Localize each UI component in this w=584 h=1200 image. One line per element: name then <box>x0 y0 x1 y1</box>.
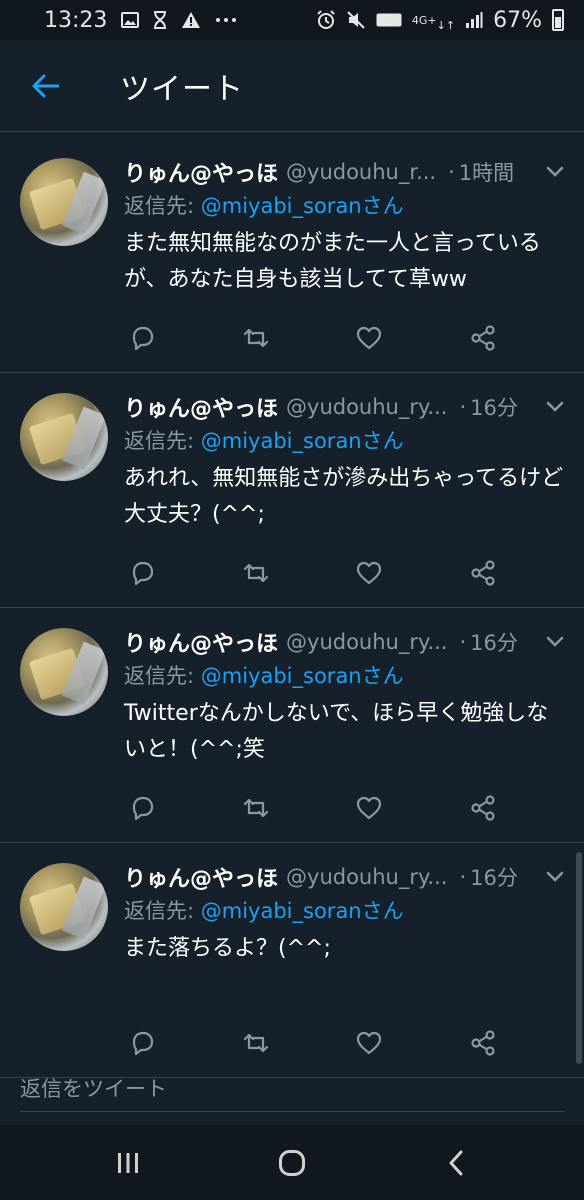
user-handle[interactable]: @yudouhu_r... <box>286 160 436 184</box>
display-name[interactable]: りゅん@やっほ <box>124 626 278 658</box>
mute-icon <box>346 10 366 30</box>
tweet-actions <box>124 323 504 353</box>
share-icon[interactable] <box>468 323 498 353</box>
home-button[interactable] <box>272 1145 312 1181</box>
display-name[interactable]: りゅん@やっほ <box>124 156 278 188</box>
signal-icon <box>465 11 483 29</box>
app-bar: ツイート <box>0 40 584 132</box>
tweet-time: 16分 <box>470 396 518 420</box>
warning-icon <box>181 11 201 29</box>
tweet-list: りゅん@やっほ @yudouhu_r... · 1時間 返信先: @miyabi… <box>0 138 584 1078</box>
display-name[interactable]: りゅん@やっほ <box>124 861 278 893</box>
separator-dot: · <box>459 630 467 654</box>
reply-suffix: さん <box>361 194 404 218</box>
tweet-text: あれれ、無知無能さが滲み出ちゃってるけど大丈夫？(^^; <box>124 466 564 527</box>
tweet-item[interactable]: りゅん@やっほ @yudouhu_ry... · 16分 返信先: @miyab… <box>0 843 584 1078</box>
system-back-button[interactable] <box>436 1145 476 1181</box>
chevron-down-icon[interactable] <box>544 396 566 418</box>
status-time: 13:23 <box>44 7 108 33</box>
reply-to: 返信先: @miyabi_soranさん <box>124 660 404 690</box>
home-icon <box>279 1150 305 1176</box>
back-button[interactable] <box>22 63 68 109</box>
chevron-down-icon[interactable] <box>544 866 566 888</box>
user-handle[interactable]: @yudouhu_ry... <box>286 395 447 419</box>
hourglass-icon <box>153 11 167 29</box>
reply-suffix: さん <box>361 899 404 923</box>
chevron-left-icon <box>449 1150 463 1176</box>
reply-suffix: さん <box>361 664 404 688</box>
tweet-header: りゅん@やっほ @yudouhu_ry... · 16分 <box>124 626 572 658</box>
separator-dot: · <box>459 395 467 419</box>
separator-dot: · <box>459 865 467 889</box>
share-icon[interactable] <box>468 558 498 588</box>
retweet-icon[interactable] <box>241 558 271 588</box>
reply-to-handle[interactable]: @miyabi_soran <box>201 899 362 923</box>
back-arrow-icon <box>32 74 59 97</box>
chevron-down-icon[interactable] <box>544 631 566 653</box>
user-handle[interactable]: @yudouhu_ry... <box>286 865 447 889</box>
reply-suffix: さん <box>361 429 404 453</box>
heart-icon[interactable] <box>354 558 384 588</box>
recent-apps-button[interactable] <box>108 1145 148 1181</box>
reply-to: 返信先: @miyabi_soranさん <box>124 190 404 220</box>
tweet-actions <box>124 793 504 823</box>
avatar[interactable] <box>20 863 108 951</box>
volte-icon <box>376 13 402 27</box>
user-handle[interactable]: @yudouhu_ry... <box>286 630 447 654</box>
reply-to: 返信先: @miyabi_soranさん <box>124 895 404 925</box>
chevron-down-icon[interactable] <box>544 161 566 183</box>
scrollbar[interactable] <box>576 852 582 1064</box>
tweet-header: りゅん@やっほ @yudouhu_ry... · 16分 <box>124 861 572 893</box>
tweet-text: Twitterなんかしないで、ほら早く勉強しないと！(^^;笑 <box>124 701 549 762</box>
tweet-time: 1時間 <box>458 161 515 185</box>
reply-icon[interactable] <box>128 558 158 588</box>
reply-input[interactable] <box>20 1066 565 1112</box>
battery-percent: 67% <box>493 7 542 33</box>
reply-prefix: 返信先: <box>124 429 201 453</box>
tweet-time: 16分 <box>470 866 518 890</box>
image-icon <box>121 12 140 28</box>
page-title: ツイート <box>120 71 244 107</box>
retweet-icon[interactable] <box>241 793 271 823</box>
tweet-actions <box>124 558 504 588</box>
share-icon[interactable] <box>468 793 498 823</box>
retweet-icon[interactable] <box>241 323 271 353</box>
reply-prefix: 返信先: <box>124 899 201 923</box>
heart-icon[interactable] <box>354 323 384 353</box>
system-nav-bar <box>0 1125 584 1200</box>
alarm-icon <box>316 10 336 30</box>
reply-icon[interactable] <box>128 323 158 353</box>
network-type: 4G+ ↓↑ <box>411 13 456 32</box>
reply-prefix: 返信先: <box>124 664 201 688</box>
tweet-item[interactable]: りゅん@やっほ @yudouhu_r... · 1時間 返信先: @miyabi… <box>0 138 584 373</box>
reply-prefix: 返信先: <box>124 194 201 218</box>
recent-apps-icon <box>118 1153 138 1173</box>
avatar[interactable] <box>20 628 108 716</box>
reply-icon[interactable] <box>128 793 158 823</box>
heart-icon[interactable] <box>354 793 384 823</box>
more-dots-icon <box>215 17 237 23</box>
battery-icon <box>552 9 564 31</box>
reply-to-handle[interactable]: @miyabi_soran <box>201 194 362 218</box>
separator-dot: · <box>448 160 455 184</box>
display-name[interactable]: りゅん@やっほ <box>124 391 278 423</box>
avatar[interactable] <box>20 393 108 481</box>
reply-to: 返信先: @miyabi_soranさん <box>124 425 404 455</box>
tweet-time: 16分 <box>470 631 518 655</box>
tweet-text: また落ちるよ？(^^; <box>124 936 331 961</box>
tweet-header: りゅん@やっほ @yudouhu_r... · 1時間 <box>124 156 572 188</box>
tweet-item[interactable]: りゅん@やっほ @yudouhu_ry... · 16分 返信先: @miyab… <box>0 608 584 843</box>
reply-to-handle[interactable]: @miyabi_soran <box>201 429 362 453</box>
reply-to-handle[interactable]: @miyabi_soran <box>201 664 362 688</box>
tweet-header: りゅん@やっほ @yudouhu_ry... · 16分 <box>124 391 572 423</box>
avatar[interactable] <box>20 158 108 246</box>
status-bar: 13:23 4G+ ↓↑ 67% <box>0 0 584 40</box>
tweet-text: また無知無能なのがまた一人と言っているが、あなた自身も該当してて草ww <box>124 231 541 292</box>
tweet-item[interactable]: りゅん@やっほ @yudouhu_ry... · 16分 返信先: @miyab… <box>0 373 584 608</box>
reply-bar <box>0 1050 584 1125</box>
